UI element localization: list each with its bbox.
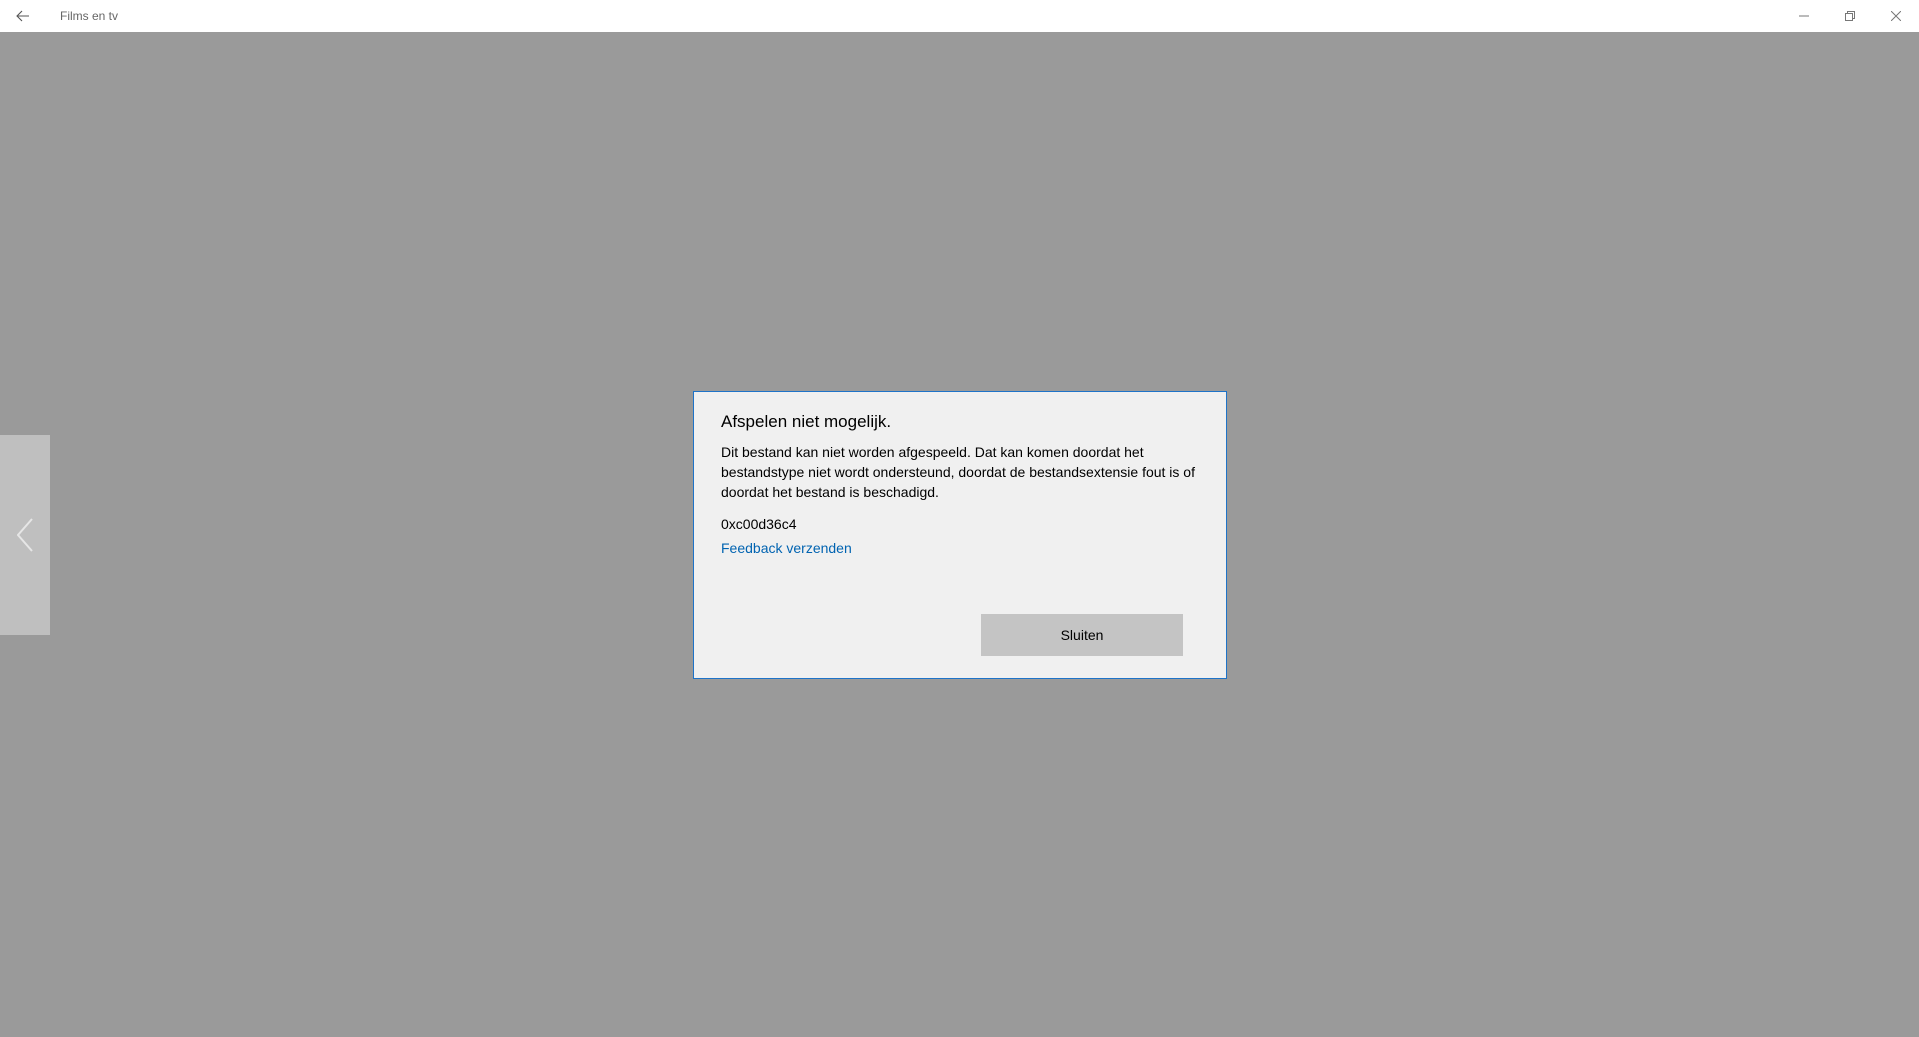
player-area: Afspelen niet mogelijk. Dit bestand kan … xyxy=(0,32,1919,1037)
error-code: 0xc00d36c4 xyxy=(721,516,797,532)
back-button[interactable] xyxy=(0,0,46,32)
feedback-link[interactable]: Feedback verzenden xyxy=(721,540,852,556)
dialog-message: Dit bestand kan niet worden afgespeeld. … xyxy=(721,444,1195,500)
arrow-left-icon xyxy=(16,10,29,22)
dialog-title: Afspelen niet mogelijk. xyxy=(721,412,892,431)
caption-buttons xyxy=(1781,0,1919,32)
restore-button[interactable] xyxy=(1827,0,1873,32)
close-icon xyxy=(1891,11,1901,21)
close-dialog-button[interactable]: Sluiten xyxy=(981,614,1183,656)
title-bar: Films en tv xyxy=(0,0,1919,32)
chevron-left-icon xyxy=(17,518,33,552)
close-window-button[interactable] xyxy=(1873,0,1919,32)
error-dialog: Afspelen niet mogelijk. Dit bestand kan … xyxy=(693,391,1227,679)
previous-button[interactable] xyxy=(0,435,50,635)
minimize-button[interactable] xyxy=(1781,0,1827,32)
restore-icon xyxy=(1845,11,1855,21)
app-title: Films en tv xyxy=(60,9,119,23)
minimize-icon xyxy=(1799,15,1809,17)
